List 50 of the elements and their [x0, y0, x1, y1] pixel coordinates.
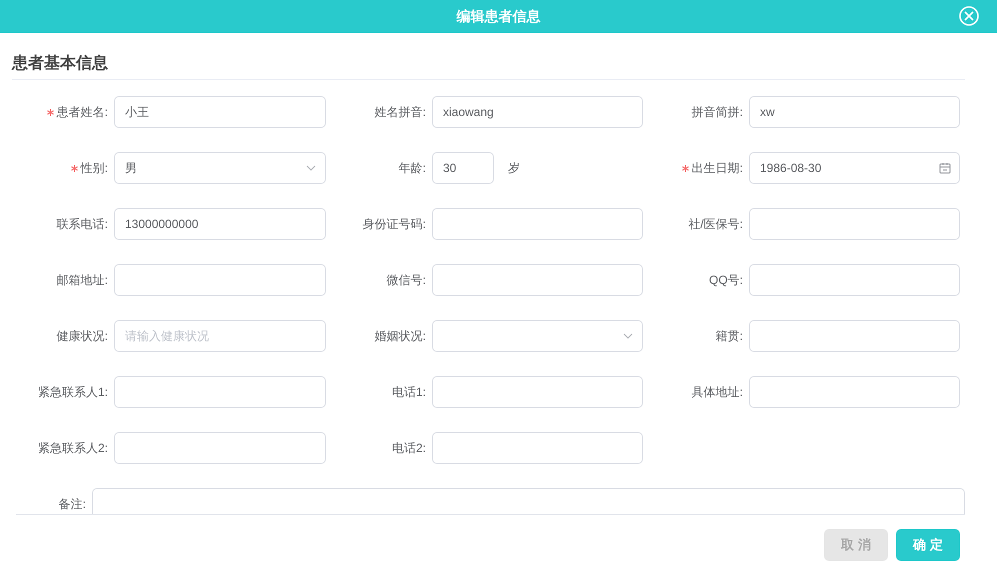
- close-icon[interactable]: [959, 6, 979, 26]
- field-label: 籍贯:: [716, 328, 743, 344]
- field-label: 具体地址:: [692, 384, 743, 400]
- input-field[interactable]: [432, 264, 643, 296]
- input-field[interactable]: xw: [749, 96, 960, 128]
- calendar-icon: [939, 162, 951, 174]
- field-label: 出生日期:: [692, 160, 743, 176]
- field-label: QQ号:: [708, 272, 743, 288]
- section-title: 患者基本信息: [12, 33, 965, 80]
- input-field[interactable]: [749, 376, 960, 408]
- input-field[interactable]: [749, 264, 960, 296]
- input-field[interactable]: [749, 208, 960, 240]
- remark-field[interactable]: [92, 488, 965, 514]
- input-field[interactable]: [432, 208, 643, 240]
- input-field[interactable]: xiaowang: [432, 96, 643, 128]
- input-field[interactable]: 13000000000: [114, 208, 326, 240]
- input-field[interactable]: 请输入健康状况: [114, 320, 326, 352]
- input-field[interactable]: [114, 264, 326, 296]
- input-field[interactable]: 小王: [114, 96, 326, 128]
- field-label: 身份证号码:: [362, 216, 426, 232]
- select-field[interactable]: 男: [114, 152, 326, 184]
- unit-label: 岁: [508, 160, 520, 176]
- field-label: 姓名拼音:: [374, 104, 426, 120]
- field-label: 性别:: [80, 160, 108, 176]
- input-field[interactable]: [114, 432, 326, 464]
- field-label: 拼音简拼:: [692, 104, 743, 120]
- field-label: 联系电话:: [56, 216, 108, 232]
- field-label: 微信号:: [386, 272, 426, 288]
- input-field[interactable]: [432, 376, 643, 408]
- field-label: 年龄:: [398, 160, 426, 176]
- input-field[interactable]: [749, 320, 960, 352]
- field-label: 患者姓名:: [56, 104, 108, 120]
- field-label: 紧急联系人1:: [38, 384, 108, 400]
- field-label: 电话2:: [392, 440, 426, 456]
- required-asterisk-icon: [70, 164, 78, 172]
- required-asterisk-icon: [46, 108, 54, 116]
- dialog-title: 编辑患者信息: [456, 8, 540, 26]
- field-label: 邮箱地址:: [56, 272, 108, 288]
- input-field[interactable]: [432, 432, 643, 464]
- field-label: 紧急联系人2:: [38, 440, 108, 456]
- field-label: 健康状况:: [56, 328, 108, 344]
- input-field[interactable]: [114, 376, 326, 408]
- date-field[interactable]: 1986-08-30: [749, 152, 960, 184]
- field-label: 社/医保号:: [688, 216, 743, 232]
- select-field[interactable]: [432, 320, 643, 352]
- field-label: 备注:: [58, 496, 86, 512]
- required-asterisk-icon: [682, 164, 689, 172]
- age-field[interactable]: 30: [432, 152, 494, 184]
- field-label: 电话1:: [392, 384, 426, 400]
- field-label: 婚姻状况:: [374, 328, 426, 344]
